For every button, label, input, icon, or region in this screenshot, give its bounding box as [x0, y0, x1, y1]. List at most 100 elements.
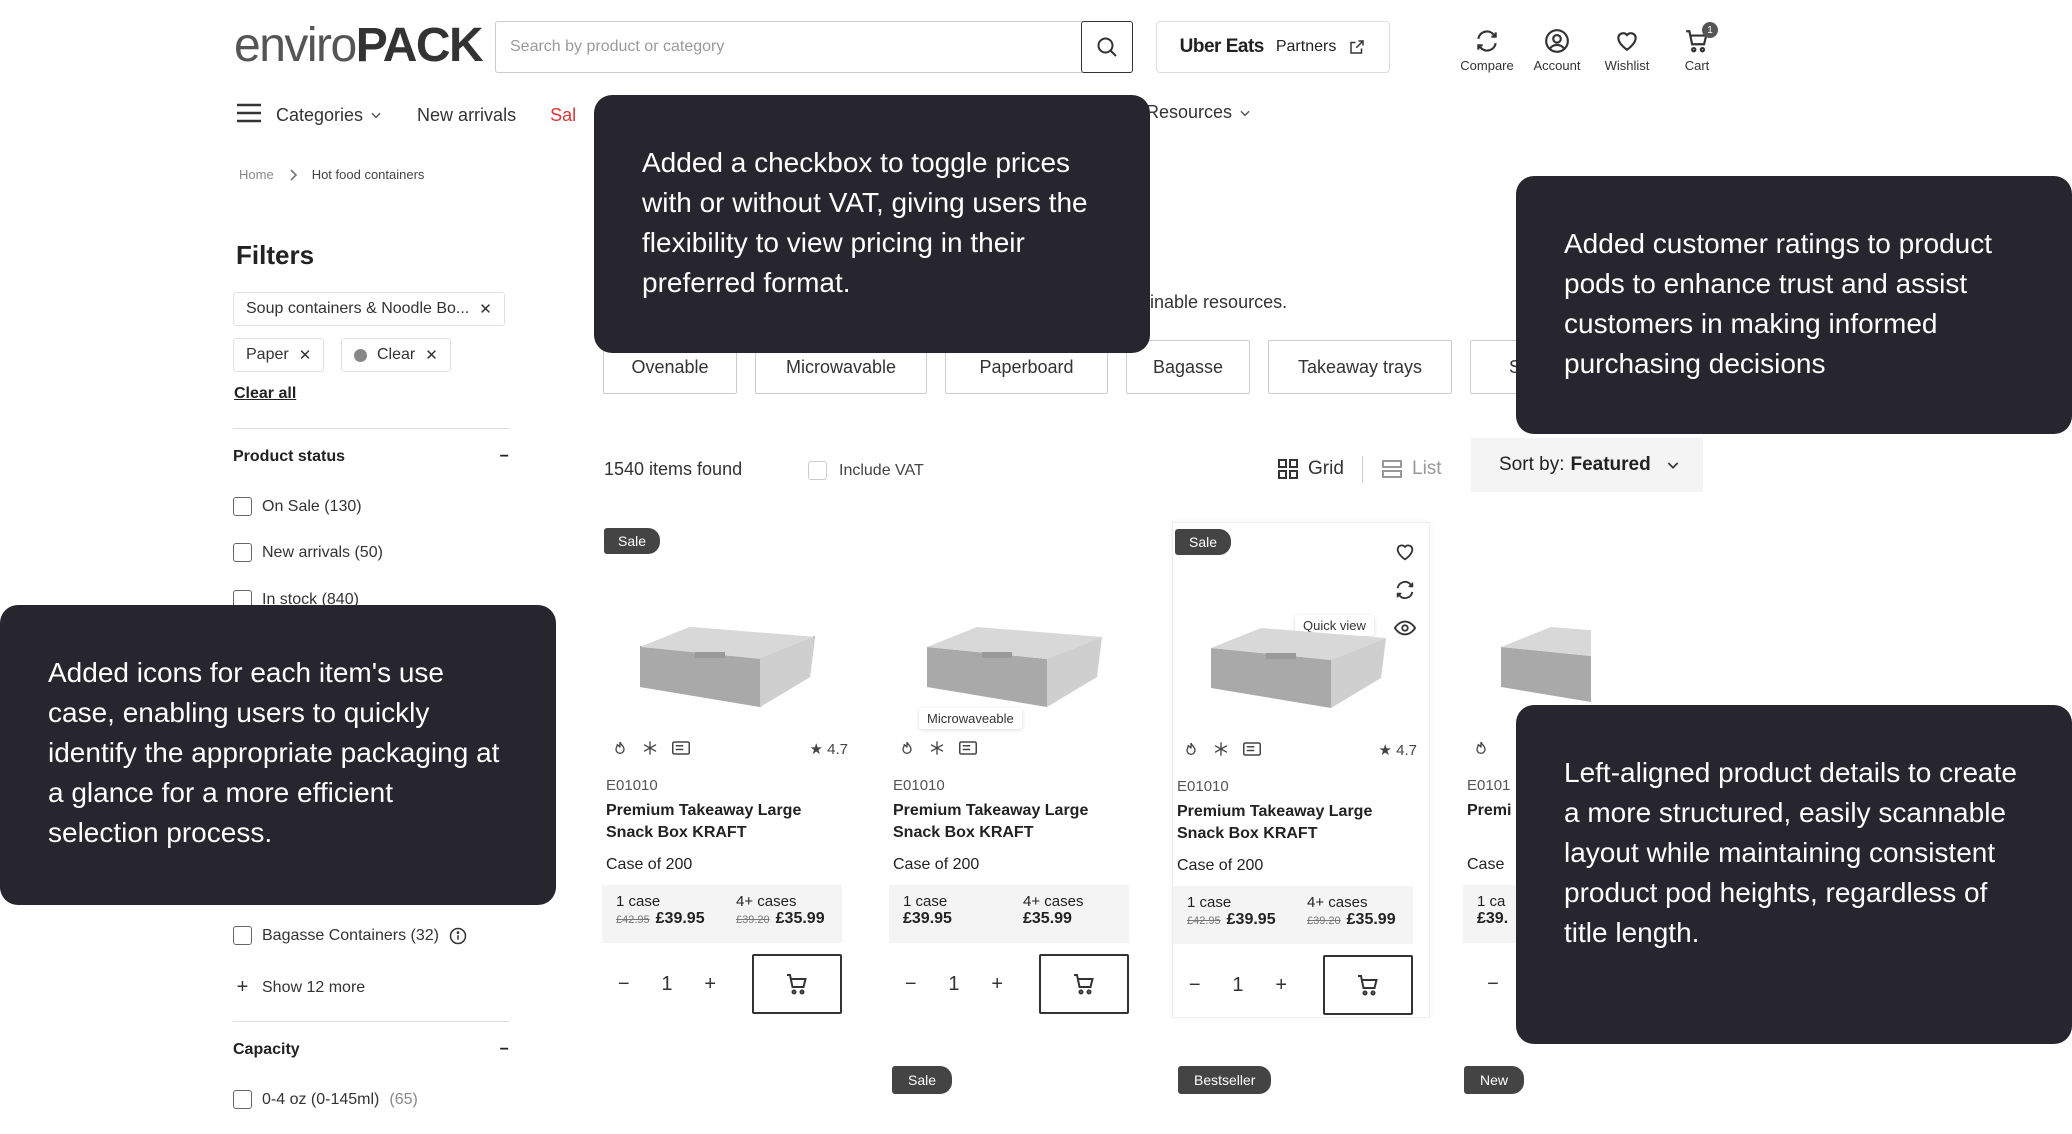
filters-title: Filters: [236, 240, 315, 270]
logo[interactable]: enviroPACK: [234, 20, 484, 72]
account-button[interactable]: Account: [1522, 28, 1592, 73]
flame-icon[interactable]: [1183, 741, 1199, 757]
product-title[interactable]: Premium Takeaway Large Snack Box KRAFT: [606, 800, 846, 844]
plus-button[interactable]: +: [1275, 974, 1287, 997]
divider: [233, 428, 509, 429]
minus-button[interactable]: −: [1487, 973, 1499, 996]
checkbox[interactable]: [233, 497, 252, 516]
capacity-header[interactable]: Capacity −: [233, 1041, 509, 1059]
sale-badge: Sale: [1175, 529, 1232, 555]
collapse-icon[interactable]: −: [500, 448, 509, 466]
color-swatch: [354, 348, 367, 362]
checkbox[interactable]: [233, 926, 252, 945]
snowflake-icon[interactable]: [642, 740, 658, 756]
filter-chip-clear[interactable]: Clear ✕: [341, 338, 451, 372]
product-rating: ★ 4.7: [1378, 742, 1417, 759]
quantity-stepper: − 1 +: [889, 954, 1019, 1014]
quantity-stepper: − 1 +: [602, 954, 732, 1014]
items-found: 1540 items found: [604, 459, 743, 479]
sort-dropdown[interactable]: Sort by: Featured: [1471, 438, 1703, 492]
microwave-icon[interactable]: [959, 740, 977, 756]
price-bulk: 4+ cases £35.99: [1023, 893, 1084, 927]
nav-new-arrivals[interactable]: New arrivals: [417, 105, 516, 126]
microwave-icon[interactable]: [672, 740, 690, 756]
use-case-icons: [1183, 741, 1261, 757]
product-card[interactable]: Microwaveable E01010 Premium Takeaway La…: [889, 522, 1147, 1018]
minus-button[interactable]: −: [1189, 974, 1201, 997]
snowflake-icon[interactable]: [1213, 741, 1229, 757]
menu-button[interactable]: [236, 102, 262, 129]
compare-button[interactable]: Compare: [1452, 28, 1522, 73]
quantity-value[interactable]: 1: [661, 973, 672, 996]
cart-button[interactable]: 1 Cart: [1662, 22, 1732, 73]
show-more-button[interactable]: + Show 12 more: [233, 976, 366, 999]
grid-view-button[interactable]: Grid: [1278, 458, 1344, 480]
price-box: 1 case £42.95 £39.95 4+ cases £39.20 £35.99: [1173, 886, 1413, 944]
checkbox[interactable]: [233, 543, 252, 562]
compare-icon[interactable]: [1393, 579, 1417, 601]
cart-label: Cart: [1684, 58, 1710, 73]
filter-bagasse[interactable]: Bagasse Containers (32): [233, 926, 467, 945]
include-vat-toggle[interactable]: Include VAT: [808, 461, 924, 480]
breadcrumb-home[interactable]: Home: [239, 167, 274, 182]
plus-button[interactable]: +: [704, 973, 716, 996]
account-label: Account: [1533, 58, 1581, 73]
header-actions: Compare Account Wishlist 1 Cart: [1452, 22, 1732, 73]
add-to-cart-button[interactable]: [1039, 954, 1129, 1014]
minus-button[interactable]: −: [905, 973, 917, 996]
uber-eats-brand: Uber Eats: [1179, 36, 1265, 57]
wishlist-button[interactable]: Wishlist: [1592, 28, 1662, 73]
case-size: Case of 200: [606, 856, 693, 873]
nav-sale[interactable]: Sal: [550, 105, 576, 126]
product-image[interactable]: [1191, 618, 1401, 718]
main-nav: Categories New arrivals Sal: [236, 100, 610, 130]
heart-icon[interactable]: [1393, 541, 1417, 563]
microwave-icon[interactable]: [1243, 741, 1261, 757]
collapse-icon[interactable]: −: [500, 1041, 509, 1059]
filter-chip-paper[interactable]: Paper ✕: [233, 338, 325, 372]
add-to-cart-button[interactable]: [752, 954, 842, 1014]
category-chip-bagasse[interactable]: Bagasse: [1126, 340, 1250, 394]
flame-icon[interactable]: [1473, 740, 1489, 756]
quantity-value[interactable]: 1: [948, 973, 959, 996]
product-status-header[interactable]: Product status −: [233, 448, 509, 466]
checkbox[interactable]: [233, 1090, 252, 1109]
product-title[interactable]: Premium Takeaway Large Snack Box KRAFT: [893, 800, 1133, 844]
nav-categories[interactable]: Categories: [276, 105, 383, 126]
close-icon[interactable]: ✕: [425, 346, 438, 364]
close-icon[interactable]: ✕: [479, 300, 492, 318]
plus-button[interactable]: +: [991, 973, 1003, 996]
product-code: E0101: [1467, 777, 1511, 794]
quantity-value[interactable]: 1: [1232, 974, 1243, 997]
minus-button[interactable]: −: [618, 973, 630, 996]
list-view-button[interactable]: List: [1382, 458, 1442, 480]
bestseller-badge: Bestseller: [1178, 1066, 1272, 1094]
vat-checkbox[interactable]: [808, 461, 827, 480]
product-image[interactable]: [1481, 617, 1591, 717]
price-box: 1 case £42.95 £39.95 4+ cases £39.20 £35.99: [602, 885, 842, 943]
breadcrumb-current: Hot food containers: [311, 167, 425, 182]
close-icon[interactable]: ✕: [299, 346, 312, 364]
uber-eats-partners-link[interactable]: Uber Eats Partners: [1156, 21, 1390, 73]
filter-capacity-0-4oz[interactable]: 0-4 oz (0-145ml) (65): [233, 1090, 418, 1109]
nav-resources[interactable]: Resources: [1146, 102, 1252, 123]
heart-icon: [1617, 32, 1637, 51]
product-image[interactable]: [620, 617, 830, 717]
add-to-cart-button[interactable]: [1323, 955, 1413, 1015]
product-image[interactable]: [907, 617, 1117, 717]
sale-badge: Sale: [892, 1066, 953, 1094]
category-chip-takeaway-trays[interactable]: Takeaway trays: [1268, 340, 1452, 394]
snowflake-icon[interactable]: [929, 740, 945, 756]
filter-new-arrivals[interactable]: New arrivals (50): [233, 543, 383, 562]
search-input[interactable]: [510, 22, 1070, 71]
flame-icon[interactable]: [612, 740, 628, 756]
flame-icon[interactable]: [899, 740, 915, 756]
product-card[interactable]: Sale ★ 4.7 E01010 Premium Takeaway Large…: [602, 522, 860, 1018]
filter-chip-soup[interactable]: Soup containers & Noodle Bo... ✕: [233, 292, 505, 326]
product-title[interactable]: Premium Takeaway Large Snack Box KRAFT: [1177, 801, 1417, 845]
product-card[interactable]: Sale Quick view ★ 4.7 E01010 Premium Tak…: [1172, 522, 1430, 1018]
info-icon[interactable]: [449, 927, 467, 945]
filter-on-sale[interactable]: On Sale (130): [233, 497, 362, 516]
clear-all-link[interactable]: Clear all: [234, 385, 296, 403]
search-button[interactable]: [1081, 21, 1133, 73]
